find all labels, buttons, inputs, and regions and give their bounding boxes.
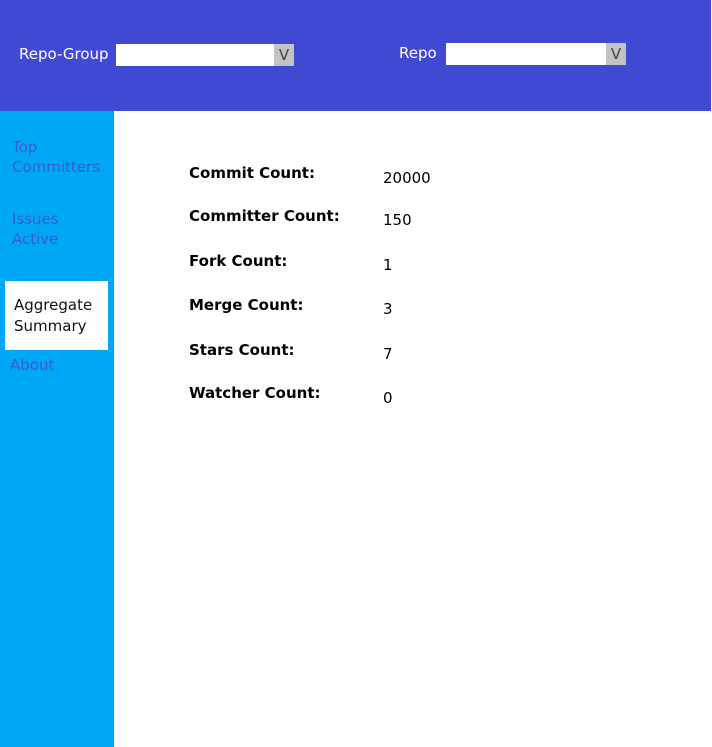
top-header: Repo-Group V Repo V — [0, 0, 711, 111]
repo-select[interactable]: V — [446, 43, 626, 65]
watcher-count-label: Watcher Count: — [189, 384, 321, 402]
chevron-down-icon[interactable]: V — [274, 44, 294, 66]
repo-group-label: Repo-Group — [19, 45, 109, 63]
stars-count-value: 7 — [383, 345, 393, 363]
committer-count-value: 150 — [383, 211, 412, 229]
merge-count-label: Merge Count: — [189, 296, 304, 314]
sidebar-item-label: Active — [12, 230, 59, 248]
sidebar-item-label: Committers — [12, 158, 101, 176]
sidebar-item-about[interactable]: About — [10, 355, 54, 375]
commit-count-value: 20000 — [383, 169, 431, 187]
sidebar-item-label: Issues — [12, 210, 59, 228]
chevron-down-icon[interactable]: V — [606, 43, 626, 65]
repo-label: Repo — [399, 44, 437, 62]
committer-count-label: Committer Count: — [189, 207, 340, 225]
fork-count-label: Fork Count: — [189, 252, 288, 270]
sidebar-item-top-committers[interactable]: Top Committers — [12, 137, 100, 177]
sidebar-item-label: Summary — [14, 317, 87, 335]
fork-count-value: 1 — [383, 256, 393, 274]
sidebar-item-label: About — [10, 356, 55, 374]
sidebar — [0, 111, 114, 747]
merge-count-value: 3 — [383, 300, 393, 318]
commit-count-label: Commit Count: — [189, 164, 315, 182]
sidebar-item-aggregate-summary[interactable]: Aggregate Summary — [5, 281, 108, 350]
stars-count-label: Stars Count: — [189, 341, 295, 359]
repo-group-select[interactable]: V — [116, 44, 294, 66]
sidebar-item-label: Aggregate — [14, 296, 93, 314]
sidebar-item-label: Top — [12, 138, 38, 156]
sidebar-item-issues-active[interactable]: Issues Active — [12, 209, 59, 249]
watcher-count-value: 0 — [383, 389, 393, 407]
